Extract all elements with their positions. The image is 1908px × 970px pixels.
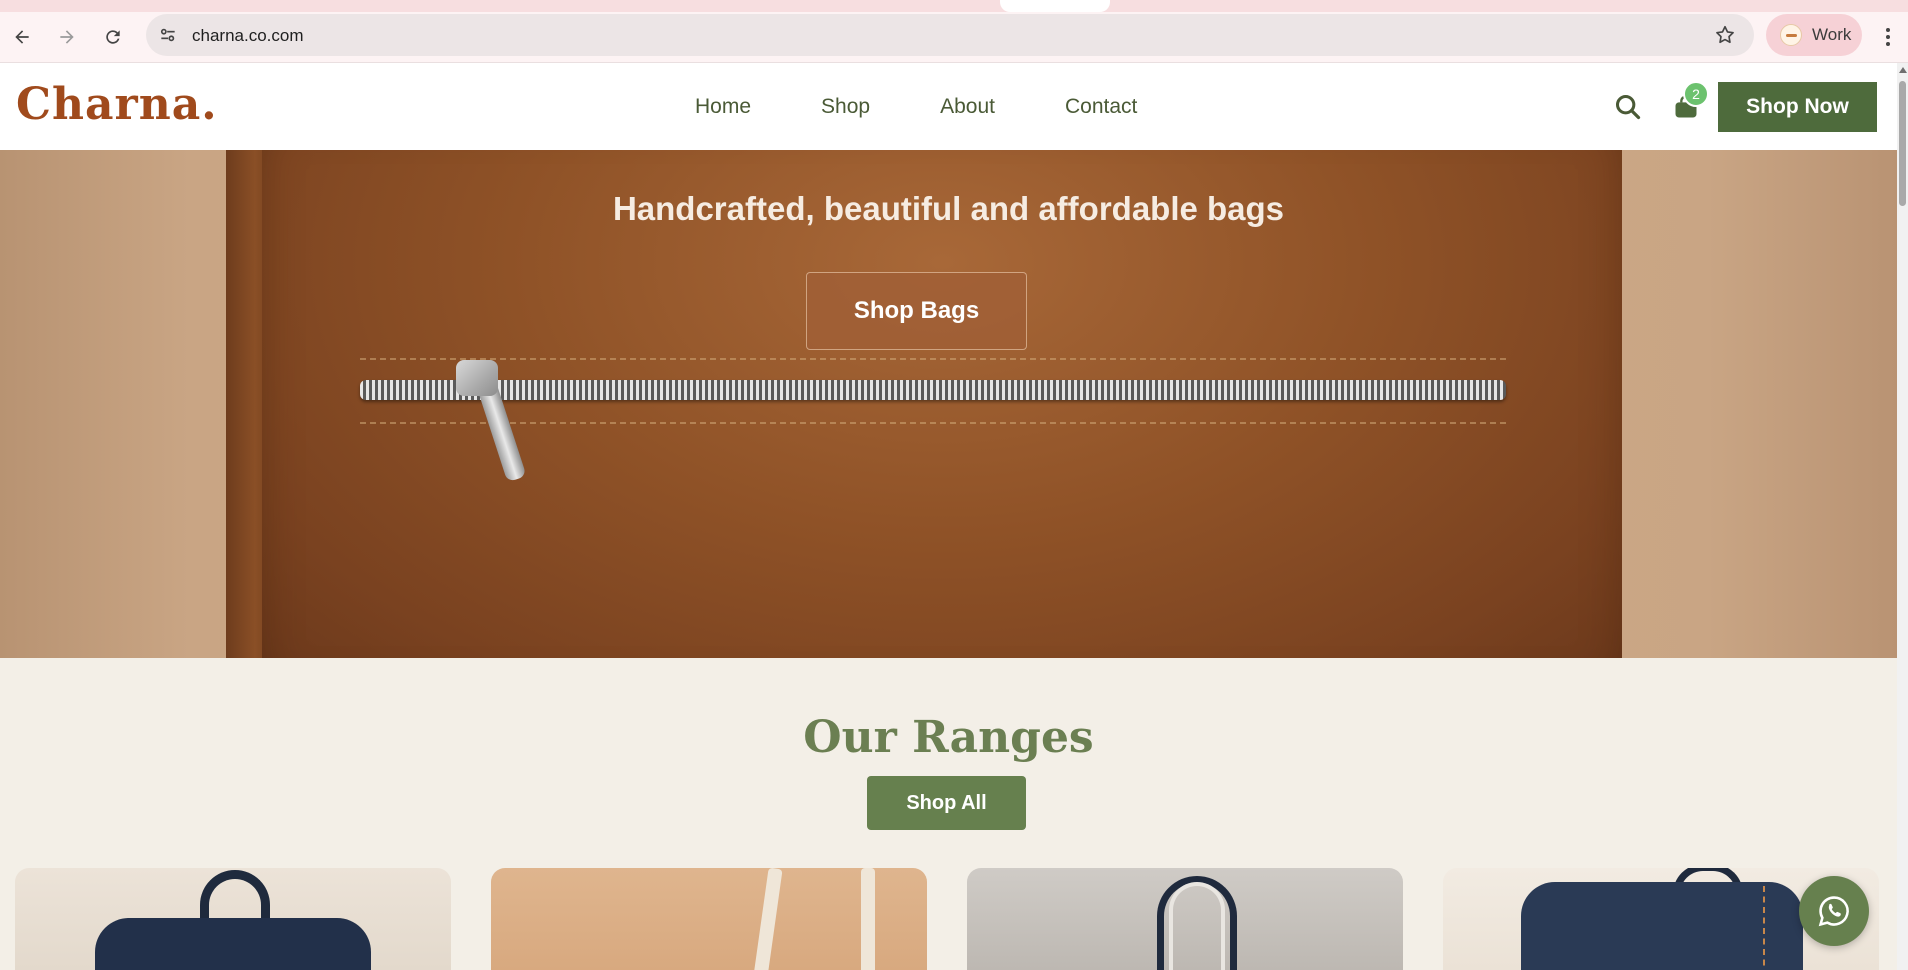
backpack-navy xyxy=(1521,882,1803,970)
site-logo[interactable]: Charna. xyxy=(16,79,218,130)
arrow-left-icon xyxy=(15,30,29,44)
reload-icon xyxy=(106,30,120,44)
forward-button[interactable] xyxy=(50,20,84,54)
bag-strap xyxy=(861,868,875,970)
bag-seam-top xyxy=(360,358,1506,360)
profile-avatar xyxy=(1780,24,1802,46)
search-icon[interactable] xyxy=(1614,93,1642,121)
range-card[interactable] xyxy=(967,868,1403,970)
site-header: Charna. Home Shop About Contact 2 Shop N… xyxy=(0,63,1897,150)
page-scrollbar[interactable] xyxy=(1897,63,1908,970)
scroll-up-arrow[interactable] xyxy=(1899,67,1907,73)
shop-now-button[interactable]: Shop Now xyxy=(1718,82,1877,132)
whatsapp-icon xyxy=(1818,896,1849,927)
nav-about[interactable]: About xyxy=(940,95,995,119)
tune-icon[interactable] xyxy=(158,25,178,45)
bag-seam-bottom xyxy=(360,422,1506,424)
browser-toolbar: charna.co.com Work xyxy=(0,12,1908,63)
tab-strip xyxy=(0,0,1908,12)
bag-zipper xyxy=(360,380,1506,400)
bag-strap xyxy=(753,868,783,970)
shop-all-button[interactable]: Shop All xyxy=(867,776,1026,830)
nav-shop[interactable]: Shop xyxy=(821,95,870,119)
nav-home[interactable]: Home xyxy=(695,95,751,119)
main-nav: Home Shop About Contact xyxy=(660,63,1172,150)
address-bar[interactable]: charna.co.com xyxy=(146,14,1754,56)
whatsapp-chat-button[interactable] xyxy=(1799,876,1869,946)
shop-bags-button[interactable]: Shop Bags xyxy=(806,272,1027,350)
profile-chip[interactable]: Work xyxy=(1766,14,1862,56)
arrow-right-icon xyxy=(60,30,74,44)
scrollbar-thumb[interactable] xyxy=(1899,81,1906,206)
range-card[interactable] xyxy=(15,868,451,970)
url-text[interactable]: charna.co.com xyxy=(192,26,304,46)
cart-count-badge: 2 xyxy=(1683,81,1709,107)
active-tab[interactable] xyxy=(1000,0,1110,12)
range-card[interactable] xyxy=(491,868,927,970)
hero-tagline: Handcrafted, beautiful and affordable ba… xyxy=(612,190,1285,227)
zipper-head xyxy=(456,360,498,396)
backpack-navy xyxy=(95,918,371,970)
hero-banner: Handcrafted, beautiful and affordable ba… xyxy=(0,150,1897,658)
reload-button[interactable] xyxy=(96,20,130,54)
back-button[interactable] xyxy=(5,20,39,54)
profile-label: Work xyxy=(1812,25,1852,44)
nav-contact[interactable]: Contact xyxy=(1065,95,1137,119)
bag-zip-line xyxy=(1763,886,1765,970)
more-vert-icon[interactable] xyxy=(1878,25,1898,49)
tote-handle-inner xyxy=(1169,882,1225,970)
ranges-heading: Our Ranges xyxy=(803,712,1094,763)
star-icon[interactable] xyxy=(1714,24,1736,46)
